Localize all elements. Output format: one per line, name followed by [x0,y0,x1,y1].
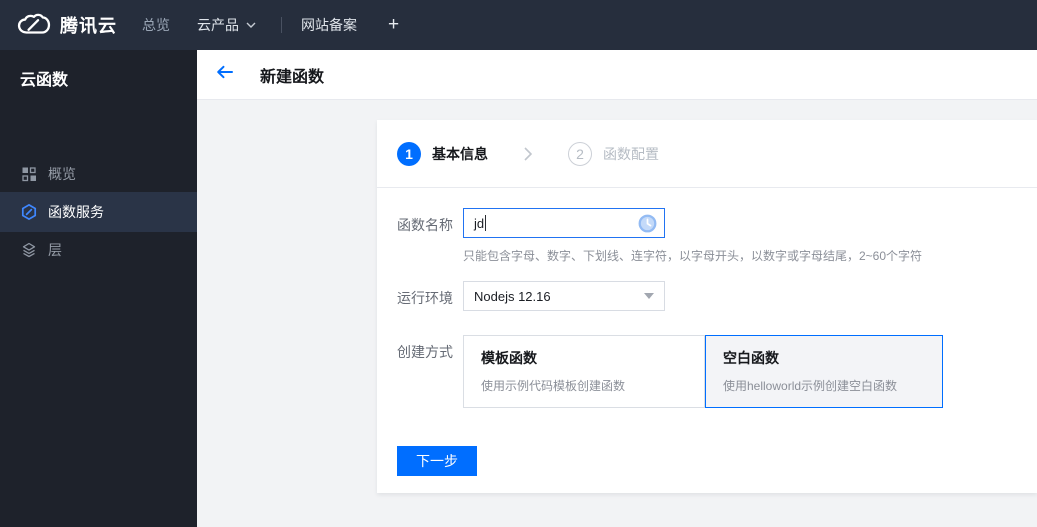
nav-divider [281,17,282,33]
nav-item-cloud-products[interactable]: 云产品 [197,15,262,35]
brand-logo[interactable]: 腾讯云 [17,12,117,38]
back-arrow-icon [216,65,233,84]
chevron-down-icon [246,22,262,28]
page-title: 新建函数 [260,68,325,86]
page-header: 新建函数 [197,50,1037,100]
runtime-label: 运行环境 [397,290,453,306]
runtime-select[interactable]: Nodejs 12.16 [463,281,665,311]
function-name-value: jd [474,215,485,231]
next-step-button[interactable]: 下一步 [397,446,477,476]
runtime-selected-value: Nodejs 12.16 [474,288,551,304]
back-button[interactable] [216,65,233,84]
top-navbar: 腾讯云 总览 云产品 网站备案 + [0,0,1037,50]
app-window: 腾讯云 总览 云产品 网站备案 + 云函数 概览 函数服务 层 新建函数 1 基… [0,0,1037,527]
creation-method-options: 模板函数 使用示例代码模板创建函数 空白函数 使用helloworld示例创建空… [463,335,943,408]
step-1-label: 基本信息 [432,145,488,162]
step-2-circle: 2 [568,141,592,166]
caret-down-icon [644,293,654,299]
method-card-title: 空白函数 [723,350,779,366]
sidebar-item-label: 层 [48,242,62,258]
sidebar-item-function-service[interactable]: 函数服务 [0,192,197,232]
method-card-template-function[interactable]: 模板函数 使用示例代码模板创建函数 [463,335,705,408]
brand-name: 腾讯云 [60,16,117,36]
sidebar-item-overview[interactable]: 概览 [0,156,197,192]
step-1-circle: 1 [397,141,421,166]
nav-item-website-icp[interactable]: 网站备案 [301,15,357,35]
text-cursor [485,215,487,231]
add-tab-button[interactable]: + [388,14,399,36]
step-2-label: 函数配置 [603,145,659,162]
function-name-label: 函数名称 [397,217,453,233]
create-function-card: 1 基本信息 2 函数配置 函数名称 jd 只能包含字母、数字、下划线、连字符，… [377,120,1037,493]
function-hexagon-icon [21,204,37,220]
creation-method-label: 创建方式 [397,344,453,360]
nav-item-overview[interactable]: 总览 [142,15,170,35]
method-card-desc: 使用helloworld示例创建空白函数 [723,379,898,393]
sidebar-menu: 概览 函数服务 层 [0,156,197,268]
sidebar-title: 云函数 [20,72,69,89]
sidebar: 云函数 概览 函数服务 层 [0,50,197,527]
function-name-hint: 只能包含字母、数字、下划线、连字符，以字母开头，以数字或字母结尾，2~60个字符 [463,249,923,263]
layers-icon [21,242,37,258]
sidebar-item-label: 概览 [48,166,76,182]
chevron-right-icon [524,146,532,161]
grid-icon [21,166,37,182]
method-card-title: 模板函数 [481,350,537,366]
tencent-cloud-logo-icon [17,13,51,37]
pending-clock-icon [638,214,657,233]
step-indicator: 1 基本信息 2 函数配置 [377,120,1037,188]
method-card-desc: 使用示例代码模板创建函数 [481,379,626,393]
method-card-blank-function[interactable]: 空白函数 使用helloworld示例创建空白函数 [705,335,943,408]
function-name-input[interactable]: jd [463,208,665,238]
sidebar-item-label: 函数服务 [48,204,104,220]
sidebar-item-layers[interactable]: 层 [0,232,197,268]
